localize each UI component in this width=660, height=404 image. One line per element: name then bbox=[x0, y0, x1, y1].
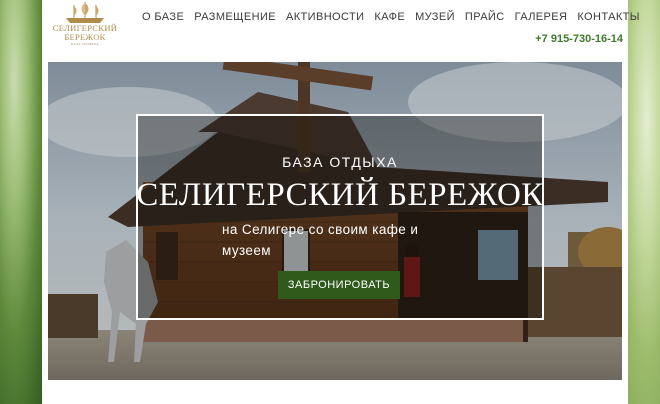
nav-item-gallery[interactable]: ГАЛЕРЕЯ bbox=[515, 11, 568, 23]
nav-item-contacts[interactable]: КОНТАКТЫ bbox=[577, 11, 640, 23]
hero-title: СЕЛИГЕРСКИЙ БЕРЕЖОК bbox=[136, 177, 544, 213]
hero-description: на Селигере со своим кафе и музеем bbox=[222, 222, 419, 258]
nav-item-cafe[interactable]: КАФЕ bbox=[374, 11, 405, 23]
hero-subtitle: БАЗА ОТДЫХА bbox=[282, 154, 398, 170]
phone-link[interactable]: +7 915-730-16-14 bbox=[535, 33, 623, 45]
nav-item-about[interactable]: О БАЗЕ bbox=[142, 11, 184, 23]
logo-tagline: БАЗА ОТДЫХА bbox=[71, 42, 99, 46]
site-logo[interactable]: СЕЛИГЕРСКИЙ БЕРЕЖОК БАЗА ОТДЫХА bbox=[52, 0, 118, 58]
main-nav: О БАЗЕ РАЗМЕЩЕНИЕ АКТИВНОСТИ КАФЕ МУЗЕЙ … bbox=[142, 11, 640, 23]
nav-item-museum[interactable]: МУЗЕЙ bbox=[415, 11, 455, 23]
logo-text-line2: БЕРЕЖОК bbox=[64, 32, 106, 42]
nav-item-activities[interactable]: АКТИВНОСТИ bbox=[286, 11, 364, 23]
background-foliage-left bbox=[0, 0, 48, 404]
book-button[interactable]: ЗАБРОНИРОВАТЬ bbox=[278, 271, 400, 299]
nav-item-prices[interactable]: ПРАЙС bbox=[465, 11, 505, 23]
hero-banner: БАЗА ОТДЫХА СЕЛИГЕРСКИЙ БЕРЕЖОК на Селиг… bbox=[48, 62, 622, 380]
page-container: СЕЛИГЕРСКИЙ БЕРЕЖОК БАЗА ОТДЫХА О БАЗЕ Р… bbox=[42, 0, 640, 404]
nav-item-accommodation[interactable]: РАЗМЕЩЕНИЕ bbox=[194, 11, 276, 23]
ship-icon bbox=[66, 2, 104, 23]
